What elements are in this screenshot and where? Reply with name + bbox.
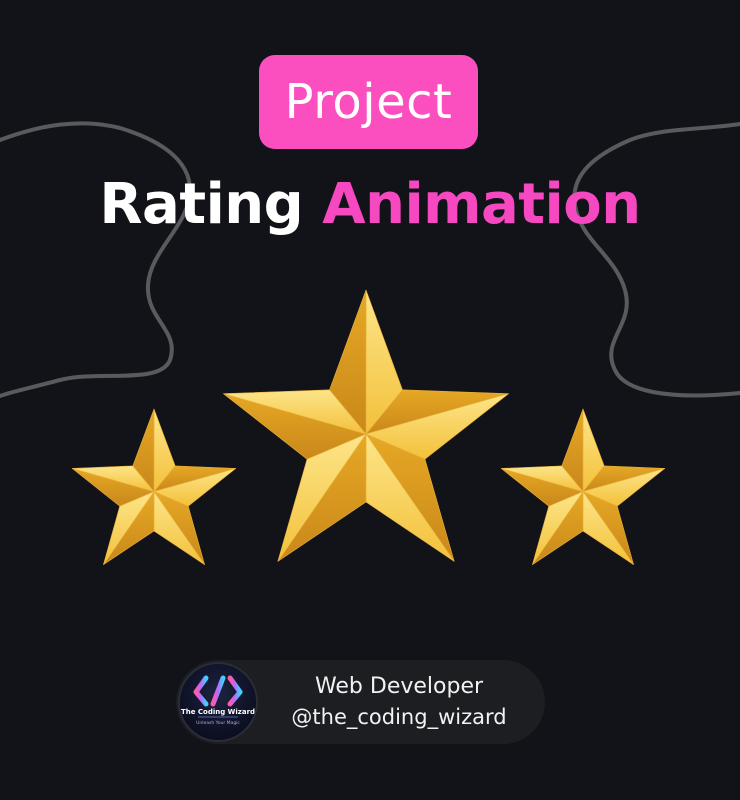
star-icon-right bbox=[500, 408, 666, 565]
profile-role: Web Developer bbox=[314, 674, 484, 699]
profile-card: The Coding Wizard Unleash Your Magic Web… bbox=[176, 660, 545, 744]
code-brackets-logo-icon bbox=[193, 675, 243, 718]
logo-brand-text: The Coding Wizard bbox=[180, 708, 256, 716]
poster: Project Rating Animation The Coding Wiza… bbox=[0, 0, 740, 800]
star-icon-center bbox=[223, 289, 509, 562]
star-icon-left bbox=[71, 408, 237, 565]
logo-tagline: Unleash Your Magic bbox=[196, 721, 240, 726]
profile-handle: @the_coding_wizard bbox=[291, 705, 507, 729]
avatar: The Coding Wizard Unleash Your Magic bbox=[178, 662, 258, 742]
